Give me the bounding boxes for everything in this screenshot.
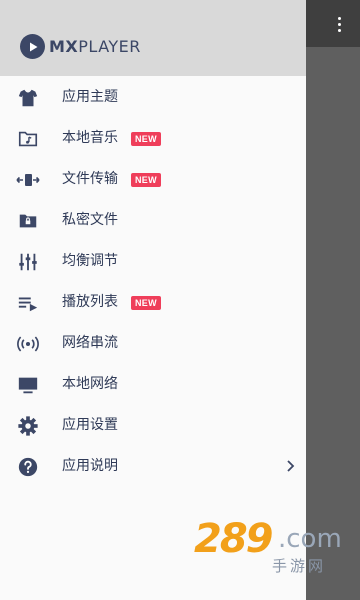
menu-item-label: 文件传输 <box>62 171 118 187</box>
menu-item-local-network[interactable]: 本地网络 <box>0 364 306 405</box>
navigation-drawer: MXPLAYER 应用主题 本地音乐 NEW 文件传输 NEW 私密文件 均衡调… <box>0 0 306 600</box>
menu-item-playlist[interactable]: 播放列表 NEW <box>0 282 306 323</box>
stream-icon <box>16 332 40 356</box>
overflow-menu-icon[interactable] <box>330 12 348 36</box>
new-badge: NEW <box>131 132 161 146</box>
menu-item-label: 网络串流 <box>62 335 118 351</box>
drawer-menu: 应用主题 本地音乐 NEW 文件传输 NEW 私密文件 均衡调节 播放列表 NE… <box>0 77 306 487</box>
menu-item-label: 应用主题 <box>62 89 118 105</box>
menu-item-equalizer[interactable]: 均衡调节 <box>0 241 306 282</box>
drawer-header: MXPLAYER <box>0 0 306 76</box>
menu-item-private-files[interactable]: 私密文件 <box>0 200 306 241</box>
equalizer-icon <box>16 250 40 274</box>
menu-item-local-music[interactable]: 本地音乐 NEW <box>0 118 306 159</box>
menu-item-help[interactable]: 应用说明 <box>0 446 306 487</box>
scrim[interactable] <box>306 0 360 600</box>
menu-item-label: 本地音乐 <box>62 130 118 146</box>
chevron-right-icon <box>282 458 298 474</box>
menu-item-file-transfer[interactable]: 文件传输 NEW <box>0 159 306 200</box>
watermark-subtitle: 手游网 <box>272 557 327 575</box>
play-logo-icon <box>20 34 45 59</box>
menu-item-label: 应用设置 <box>62 417 118 433</box>
watermark-number: 289 <box>194 516 273 562</box>
menu-item-settings[interactable]: 应用设置 <box>0 405 306 446</box>
menu-item-label: 私密文件 <box>62 212 118 228</box>
brand-name: MXPLAYER <box>49 37 141 56</box>
help-icon <box>16 455 40 479</box>
menu-item-label: 应用说明 <box>62 458 118 474</box>
lock-folder-icon <box>16 209 40 233</box>
music-folder-icon <box>16 127 40 151</box>
shirt-icon <box>16 86 40 110</box>
menu-item-label: 播放列表 <box>62 294 118 310</box>
gear-icon <box>16 414 40 438</box>
file-transfer-icon <box>16 168 40 192</box>
menu-item-label: 本地网络 <box>62 376 118 392</box>
watermark-logo: 289 .com 手游网 <box>190 516 342 594</box>
app-logo: MXPLAYER <box>20 34 141 59</box>
menu-item-label: 均衡调节 <box>62 253 118 269</box>
menu-item-network-stream[interactable]: 网络串流 <box>0 323 306 364</box>
new-badge: NEW <box>131 173 161 187</box>
monitor-icon <box>16 373 40 397</box>
playlist-icon <box>16 291 40 315</box>
new-badge: NEW <box>131 296 161 310</box>
watermark-domain: .com <box>278 524 342 554</box>
menu-item-theme[interactable]: 应用主题 <box>0 77 306 118</box>
